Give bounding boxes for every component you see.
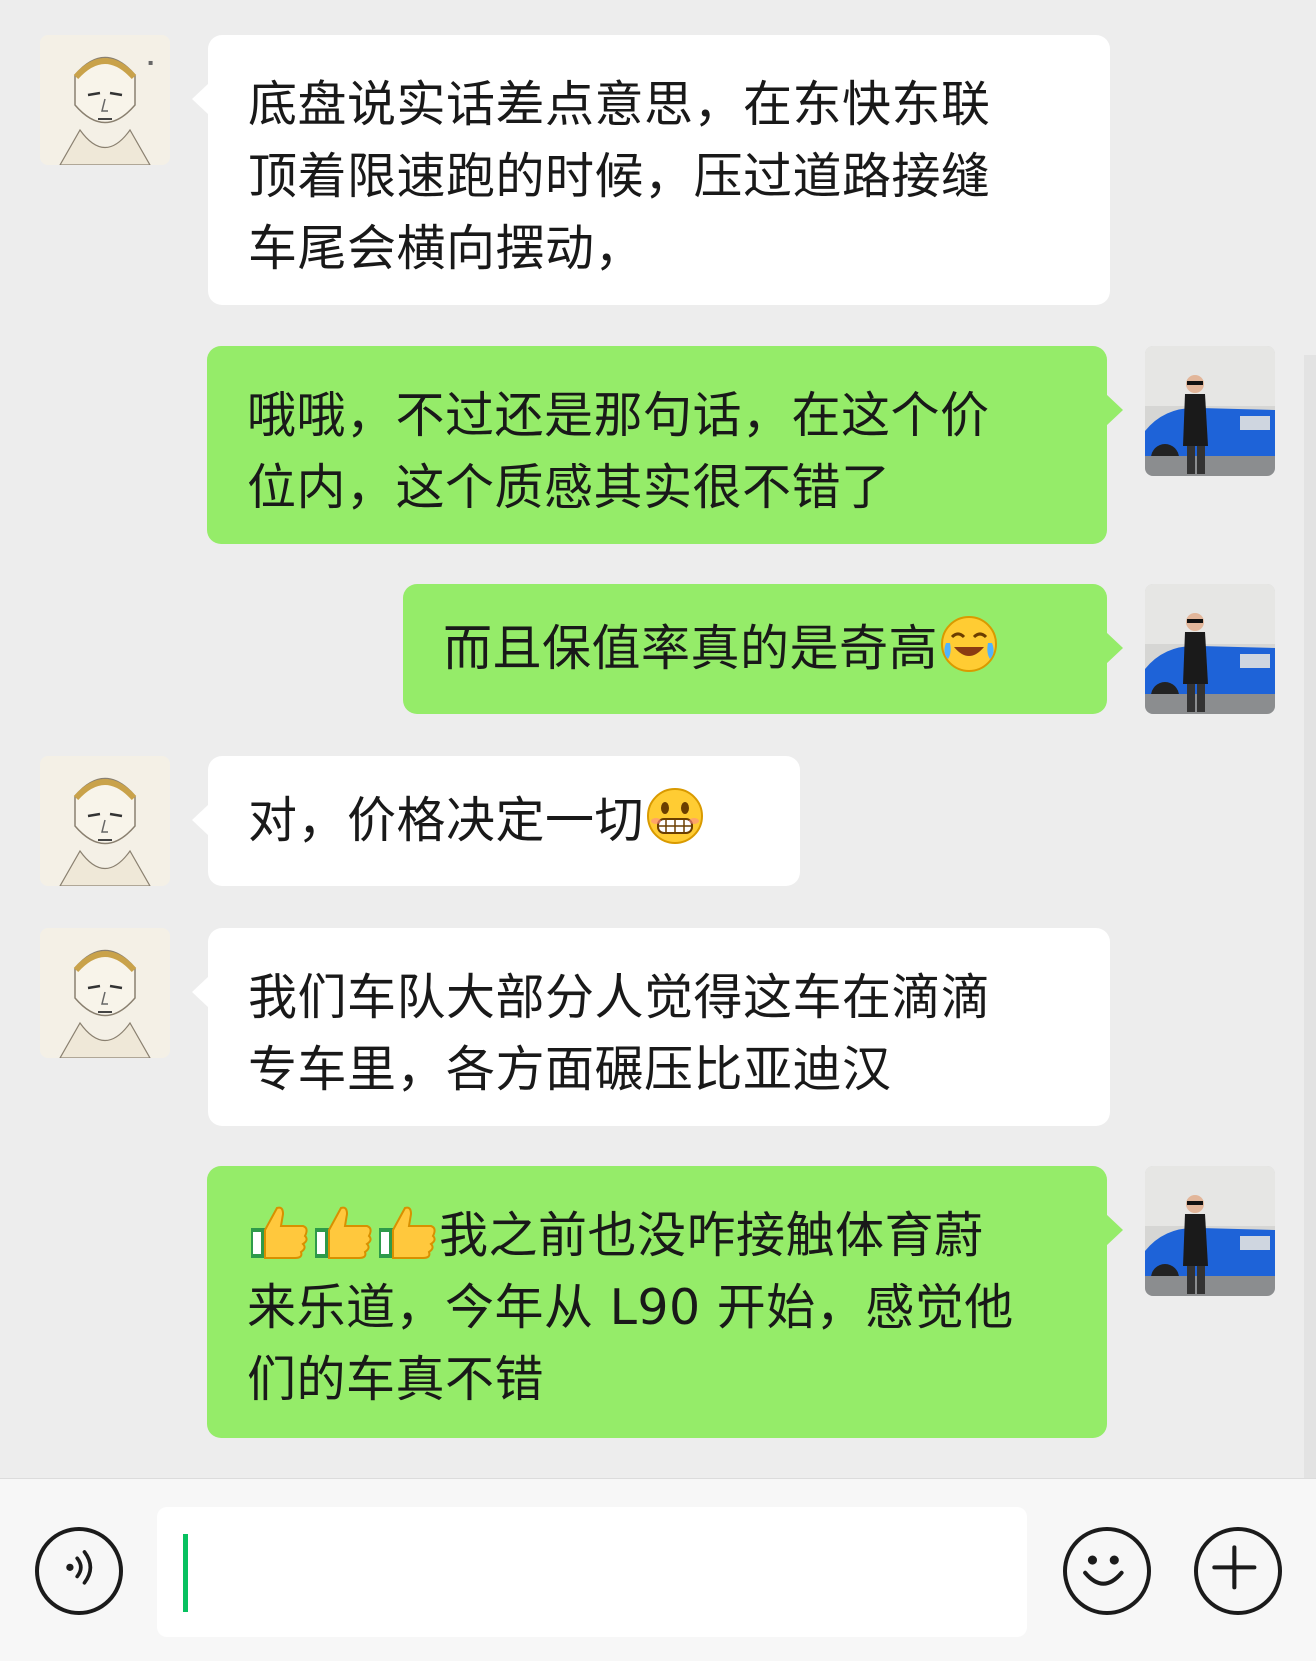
plus-icon	[1212, 1545, 1257, 1590]
voice-icon	[66, 1550, 93, 1585]
message-line: 专车里，各方面碾压比亚迪汉	[248, 1041, 892, 1098]
anime-avatar[interactable]: ▪	[40, 35, 170, 165]
thumbs-up-emoji	[311, 1200, 375, 1262]
message-line: 底盘说实话差点意思，在东快东联	[248, 76, 991, 133]
scrollbar[interactable]	[1304, 355, 1316, 1478]
thumbs-up-emoji	[247, 1200, 311, 1262]
message-line: 位内，这个质感其实很不错了	[247, 459, 891, 516]
add-button[interactable]	[1194, 1527, 1282, 1615]
anime-avatar[interactable]	[40, 756, 170, 886]
message-bubble[interactable]: 哦哦，不过还是那句话，在这个价 位内，这个质感其实很不错了	[207, 346, 1123, 544]
emoji-button[interactable]	[1063, 1527, 1151, 1615]
message-text: 对，价格决定一切	[248, 792, 645, 849]
svg-text:▪: ▪	[148, 58, 153, 67]
message-bubble[interactable]: 而且保值率真的是奇高	[403, 584, 1123, 714]
message-line: 哦哦，不过还是那句话，在这个价	[247, 387, 990, 444]
photo-avatar[interactable]	[1145, 584, 1275, 714]
message-text: 我之前也没咋接触体育蔚	[439, 1207, 984, 1264]
message-text: 而且保值率真的是奇高	[443, 620, 939, 677]
message-bubble[interactable]: 对，价格决定一切	[192, 756, 800, 886]
message-line: 车尾会横向摆动，	[248, 220, 645, 277]
photo-avatar[interactable]	[1145, 1166, 1275, 1296]
thumbs-up-emoji	[375, 1200, 439, 1262]
message-line: 我们车队大部分人觉得这车在滴滴	[248, 969, 991, 1026]
text-caret	[183, 1534, 188, 1612]
message-bubble[interactable]: 底盘说实话差点意思，在东快东联 顶着限速跑的时候，压过道路接缝 车尾会横向摆动，	[192, 35, 1110, 305]
message-bubble[interactable]: 我们车队大部分人觉得这车在滴滴 专车里，各方面碾压比亚迪汉	[192, 928, 1110, 1126]
message-line: 顶着限速跑的时候，压过道路接缝	[248, 148, 991, 205]
voice-button[interactable]	[35, 1527, 123, 1615]
message-input[interactable]	[157, 1507, 1027, 1637]
message-bubble[interactable]: 我之前也没咋接触体育蔚 来乐道，今年从 L90 开始，感觉他 们的车真不错	[207, 1166, 1123, 1438]
message-line: 们的车真不错	[247, 1351, 545, 1408]
anime-avatar[interactable]	[40, 928, 170, 1058]
message-line: 来乐道，今年从 L90 开始，感觉他	[247, 1279, 1014, 1336]
input-bar	[0, 1478, 1316, 1661]
smiley-icon	[1083, 1555, 1124, 1586]
message-line: 我之前也没咋接触体育蔚	[247, 1200, 1071, 1272]
photo-avatar[interactable]	[1145, 346, 1275, 476]
grin-emoji	[644, 785, 706, 847]
cry-laugh-emoji	[938, 613, 1000, 675]
chat-area[interactable]: ▪ 底盘说实话差点意思，在东快东联 顶着限速跑的时候，压过道路接缝 车尾会横向摆…	[0, 0, 1316, 1478]
